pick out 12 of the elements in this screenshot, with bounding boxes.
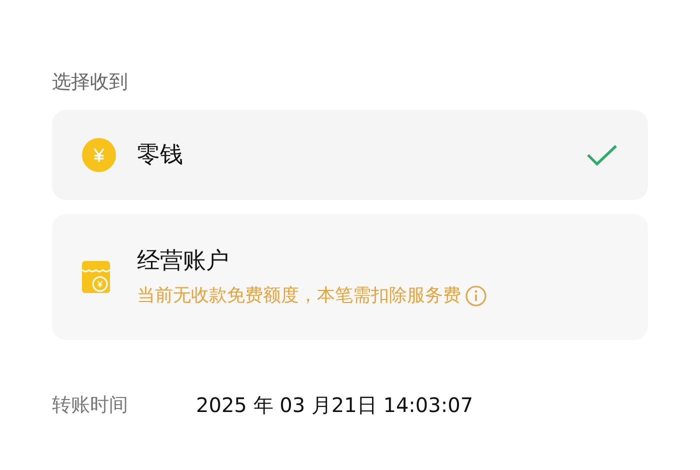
fee-notice: 当前无收款免费额度，本笔需扣除服务费 xyxy=(137,284,461,308)
account-option[interactable]: 经营账户 当前无收款免费额度，本笔需扣除服务费 xyxy=(52,214,648,340)
coin-icon xyxy=(82,138,116,172)
option-title: 零钱 xyxy=(137,141,183,170)
transfer-time: 2025 年 03 月21日 14:03:07 xyxy=(196,392,474,419)
section-label: 选择收到 xyxy=(52,70,128,95)
shop-icon xyxy=(82,261,110,293)
option-title: 经营账户 xyxy=(137,247,229,276)
checkmark-icon xyxy=(586,143,618,167)
account-option[interactable]: 零钱 xyxy=(52,110,648,200)
info-icon[interactable] xyxy=(465,285,487,307)
field-label: 转账时间 xyxy=(52,392,129,418)
